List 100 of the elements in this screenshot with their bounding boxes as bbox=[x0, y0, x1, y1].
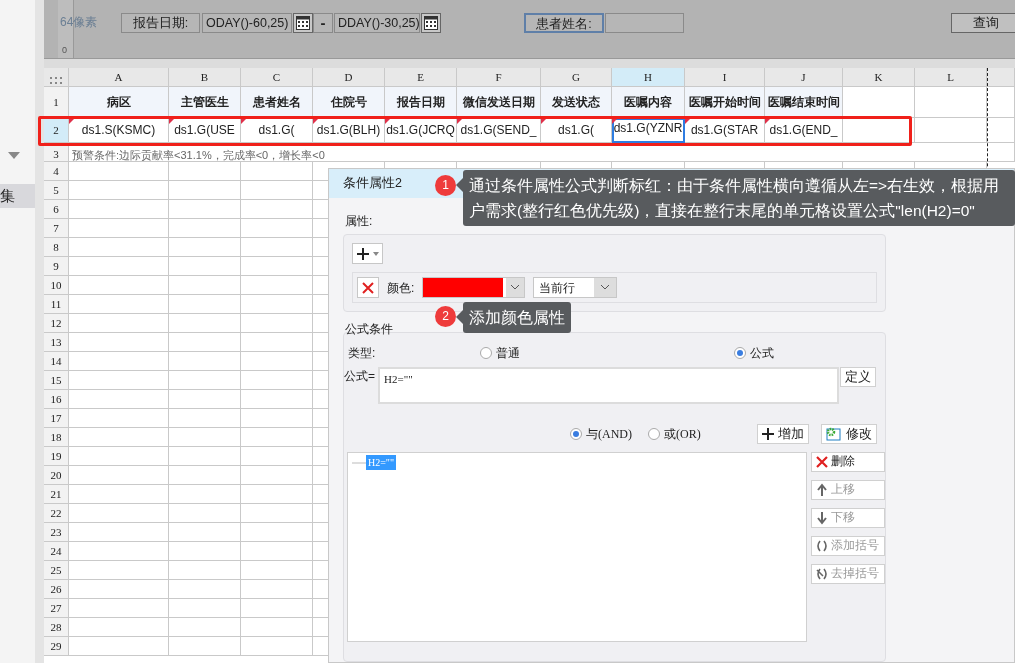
name-field[interactable] bbox=[605, 13, 684, 33]
column-header[interactable]: D bbox=[313, 68, 385, 87]
column-title: 住院号 bbox=[313, 87, 385, 118]
row-header[interactable]: 7 bbox=[44, 219, 69, 238]
row-header[interactable]: 10 bbox=[44, 276, 69, 295]
radio-button[interactable] bbox=[734, 347, 746, 359]
row-header[interactable]: 2 bbox=[44, 118, 69, 143]
end-date-field[interactable]: DDAY()-30,25) bbox=[334, 13, 420, 33]
column-header[interactable]: J bbox=[765, 68, 843, 87]
table-cell[interactable]: ds1.G( bbox=[241, 118, 313, 143]
column-header[interactable] bbox=[987, 68, 1015, 87]
section-label: 属性: bbox=[345, 213, 373, 230]
table-cell[interactable]: ds1.G( bbox=[541, 118, 612, 143]
radio-label: 公式 bbox=[750, 345, 774, 362]
table-cell[interactable] bbox=[987, 87, 1015, 118]
row-header[interactable]: 29 bbox=[44, 637, 69, 656]
row-header[interactable]: 17 bbox=[44, 409, 69, 428]
column-header[interactable]: B bbox=[169, 68, 241, 87]
calendar-button[interactable] bbox=[421, 13, 441, 33]
add-button[interactable] bbox=[352, 243, 383, 264]
column-header[interactable]: K bbox=[843, 68, 915, 87]
date-label: 报告日期: bbox=[121, 13, 200, 33]
row-header[interactable]: 11 bbox=[44, 295, 69, 314]
range-separator: - bbox=[320, 14, 326, 31]
row-header[interactable]: 14 bbox=[44, 352, 69, 371]
row-header[interactable]: 27 bbox=[44, 599, 69, 618]
row-header[interactable]: 22 bbox=[44, 504, 69, 523]
row-header[interactable]: 15 bbox=[44, 371, 69, 390]
row-header[interactable]: 26 bbox=[44, 580, 69, 599]
column-header[interactable]: A bbox=[69, 68, 169, 87]
row-header[interactable]: 18 bbox=[44, 428, 69, 447]
column-header[interactable]: G bbox=[541, 68, 612, 87]
type-label: 类型: bbox=[347, 345, 377, 362]
column-header[interactable]: H bbox=[612, 68, 685, 87]
row-header[interactable]: 4 bbox=[44, 162, 69, 181]
table-cell[interactable]: ds1.G(YZNR bbox=[612, 118, 685, 143]
note-text: 预警条件:边际贡献率<31.1%，完成率<0，增长率<0 bbox=[69, 143, 1015, 162]
row-header[interactable]: 12 bbox=[44, 314, 69, 333]
table-cell[interactable] bbox=[915, 118, 987, 143]
modify-button[interactable]: 修改 bbox=[820, 424, 877, 444]
start-date-field[interactable]: ODAY()-60,25) bbox=[202, 13, 292, 33]
table-cell[interactable]: ds1.G(BLH) bbox=[313, 118, 385, 143]
row-header[interactable]: 16 bbox=[44, 390, 69, 409]
row-header[interactable]: 25 bbox=[44, 561, 69, 580]
table-cell[interactable]: ds1.G(END_ bbox=[765, 118, 843, 143]
row-header[interactable]: 13 bbox=[44, 333, 69, 352]
color-select[interactable] bbox=[422, 277, 526, 298]
row-header[interactable]: 21 bbox=[44, 485, 69, 504]
radio-label: 或(OR) bbox=[664, 426, 701, 443]
column-header[interactable]: L bbox=[915, 68, 987, 87]
column-title: 发送状态 bbox=[541, 87, 612, 118]
calendar-icon bbox=[296, 16, 310, 30]
define-button[interactable]: 定义 bbox=[840, 367, 876, 387]
ruler-mark: 0 bbox=[62, 44, 67, 57]
row-header[interactable]: 23 bbox=[44, 523, 69, 542]
formula-field[interactable]: H2="" bbox=[378, 367, 839, 404]
corner-marker-icon bbox=[457, 118, 463, 124]
column-header[interactable]: C bbox=[241, 68, 313, 87]
table-cell[interactable] bbox=[915, 87, 987, 118]
remove-button[interactable] bbox=[357, 277, 379, 298]
formula-label: 公式= bbox=[344, 368, 376, 385]
table-cell[interactable] bbox=[987, 118, 1015, 143]
column-header[interactable]: F bbox=[457, 68, 541, 87]
table-cell[interactable]: ds1.G(USE bbox=[169, 118, 241, 143]
callout-pointer-icon bbox=[456, 178, 463, 192]
query-button[interactable]: 查询 bbox=[951, 13, 1015, 33]
row-header[interactable]: 19 bbox=[44, 447, 69, 466]
caret-icon[interactable] bbox=[8, 152, 20, 159]
row-header[interactable]: 1 bbox=[44, 87, 69, 118]
column-header[interactable]: E bbox=[385, 68, 457, 87]
corner-marker-icon bbox=[385, 118, 391, 124]
radio-button[interactable] bbox=[648, 428, 660, 440]
parentheses-icon bbox=[815, 539, 829, 553]
row-header[interactable]: 9 bbox=[44, 257, 69, 276]
row-header[interactable]: 8 bbox=[44, 238, 69, 257]
radio-button[interactable] bbox=[480, 347, 492, 359]
caret-icon bbox=[594, 278, 617, 297]
table-cell[interactable]: ds1.S(KSMC) bbox=[69, 118, 169, 143]
sidebar-item[interactable]: 集 bbox=[0, 184, 35, 208]
row-header[interactable]: 28 bbox=[44, 618, 69, 637]
row-header[interactable]: 5 bbox=[44, 181, 69, 200]
table-cell[interactable]: ds1.G(SEND_ bbox=[457, 118, 541, 143]
side-button[interactable]: 删除 bbox=[811, 452, 885, 472]
table-cell[interactable]: ds1.G(JCRQ bbox=[385, 118, 457, 143]
row-header[interactable]: 6 bbox=[44, 200, 69, 219]
radio-button[interactable] bbox=[570, 428, 582, 440]
tree-line-icon bbox=[352, 459, 366, 466]
select-all-icon[interactable] bbox=[50, 76, 62, 85]
ruler-label: 64像素 bbox=[60, 14, 98, 31]
column-header[interactable]: I bbox=[685, 68, 765, 87]
row-header[interactable]: 24 bbox=[44, 542, 69, 561]
add-button[interactable]: 增加 bbox=[756, 424, 809, 444]
row-header[interactable]: 20 bbox=[44, 466, 69, 485]
close-icon bbox=[815, 455, 829, 469]
table-cell[interactable] bbox=[843, 118, 915, 143]
table-cell[interactable]: ds1.G(STAR bbox=[685, 118, 765, 143]
column-title: 医嘱开始时间 bbox=[685, 87, 765, 118]
scope-select[interactable]: 当前行 bbox=[533, 277, 618, 298]
calendar-button[interactable] bbox=[293, 13, 313, 33]
callout-tooltip: 添加颜色属性 bbox=[463, 302, 571, 333]
